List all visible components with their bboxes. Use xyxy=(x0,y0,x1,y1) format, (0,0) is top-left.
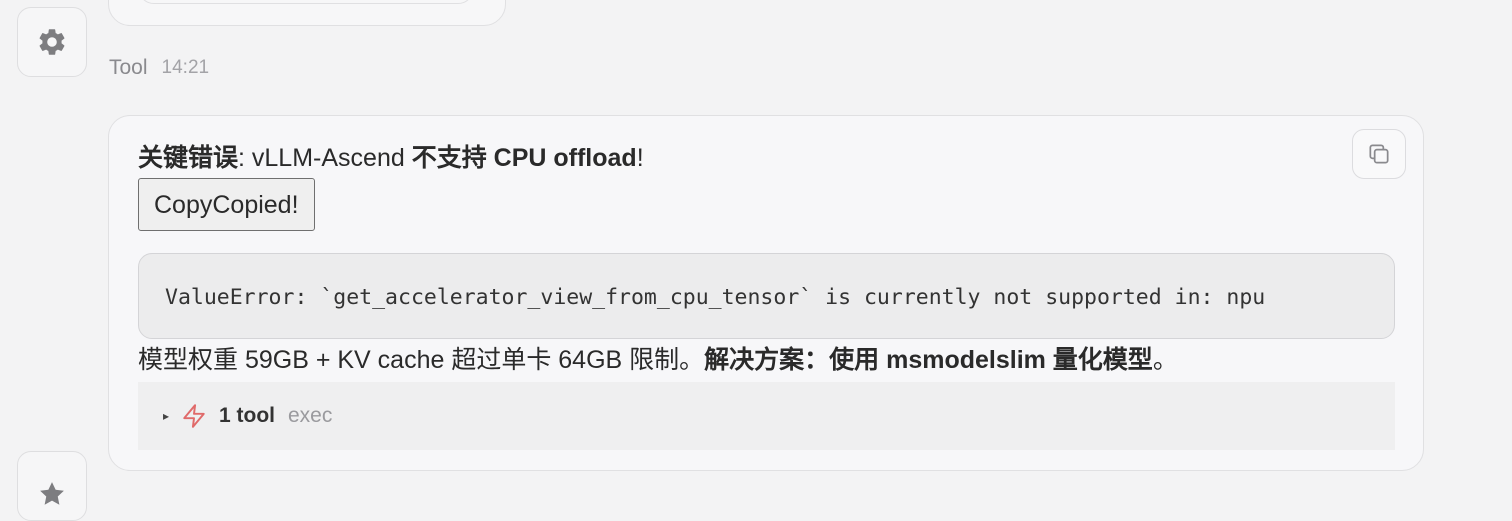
tool-calls-toggle[interactable]: ▸ 1 tool exec xyxy=(138,382,1395,450)
expand-caret-icon: ▸ xyxy=(163,409,170,423)
tool-avatar[interactable] xyxy=(17,7,87,77)
tool-count: 1 tool xyxy=(219,404,275,427)
star-icon xyxy=(40,482,64,505)
lightning-icon xyxy=(181,403,207,429)
headline-text: : vLLM-Ascend xyxy=(238,144,412,172)
sender-name: Tool xyxy=(109,56,148,79)
copy-code-button[interactable]: CopyCopied! xyxy=(138,178,315,231)
message-summary: 模型权重 59GB + KV cache 超过单卡 64GB 限制。解决方案：使… xyxy=(138,342,1178,378)
next-avatar[interactable] xyxy=(17,451,87,521)
previous-message-inner-block xyxy=(138,0,474,4)
summary-period: 。 xyxy=(1152,346,1178,374)
headline-exclamation: ! xyxy=(636,144,644,172)
code-block: ValueError: `get_accelerator_view_from_c… xyxy=(138,253,1395,339)
summary-text: 模型权重 59GB + KV cache 超过单卡 64GB 限制。 xyxy=(138,346,705,374)
code-text: ValueError: `get_accelerator_view_from_c… xyxy=(165,284,1266,310)
headline-bold-error: 关键错误 xyxy=(138,144,239,172)
summary-solution: 解决方案：使用 msmodelslim 量化模型 xyxy=(704,346,1153,374)
message-header: Tool 14:21 xyxy=(109,54,209,82)
message-headline: 关键错误: vLLM-Ascend 不支持 CPU offload! xyxy=(138,140,644,176)
copy-icon xyxy=(1369,144,1389,164)
tool-name: exec xyxy=(288,404,333,427)
headline-bold-cpu-offload: 不支持 CPU offload xyxy=(411,144,637,172)
message-timestamp: 14:21 xyxy=(161,57,210,78)
copy-message-button[interactable] xyxy=(1352,129,1406,179)
gear-icon xyxy=(39,29,65,55)
